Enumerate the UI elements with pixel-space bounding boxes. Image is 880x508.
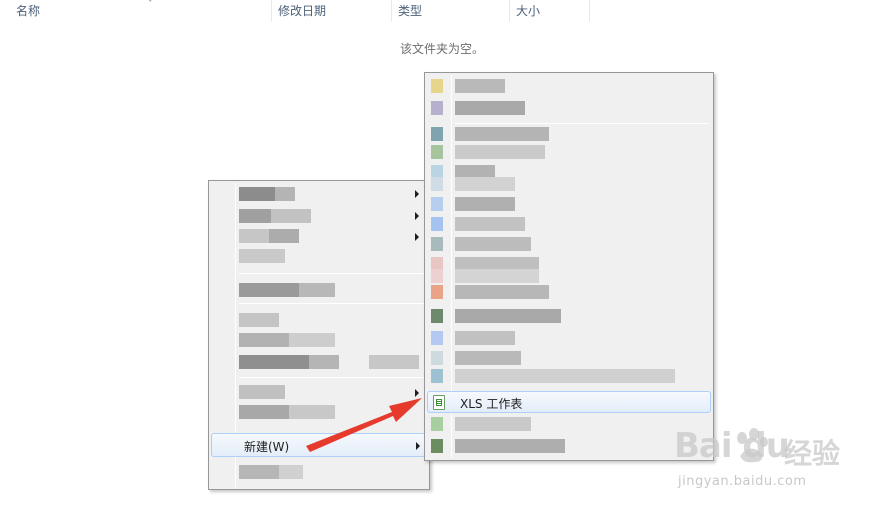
menu-item-obscured[interactable] [239, 313, 279, 327]
menu-item-obscured[interactable] [239, 187, 299, 201]
menu-separator [239, 377, 425, 378]
menu-item-obscured[interactable] [239, 333, 335, 347]
menu-item-obscured[interactable] [239, 385, 285, 399]
submenu-item-obscured[interactable] [431, 237, 541, 251]
submenu-item-obscured[interactable] [431, 269, 547, 283]
submenu-item-obscured[interactable] [431, 309, 561, 323]
submenu-item-obscured[interactable] [431, 417, 541, 431]
column-type[interactable]: 类型 [392, 0, 510, 22]
watermark-site-name: 经验 [784, 437, 841, 470]
column-name-label: 名称 [16, 4, 41, 18]
submenu-item-obscured[interactable] [431, 285, 549, 299]
watermark: Bai du 经验 jingyan.baidu.com [674, 424, 874, 508]
menu-item-obscured[interactable] [239, 249, 285, 263]
submenu-item-obscured[interactable] [431, 351, 531, 365]
column-header: ˇ 名称 修改日期 类型 大小 [0, 0, 880, 22]
column-name[interactable]: ˇ 名称 [10, 0, 272, 22]
chevron-right-icon [415, 233, 419, 241]
submenu-item-obscured[interactable] [431, 127, 561, 141]
column-type-label: 类型 [398, 4, 423, 18]
menu-separator [239, 303, 425, 304]
menu-separator [239, 273, 425, 274]
menu-item-new-label: 新建(W) [244, 440, 290, 454]
submenu-item-obscured[interactable] [431, 197, 531, 211]
submenu-item-obscured[interactable] [431, 439, 565, 453]
menu-item-new[interactable]: 新建(W) [211, 433, 427, 457]
submenu-item-obscured[interactable] [431, 369, 675, 383]
column-date-label: 修改日期 [278, 4, 327, 18]
submenu-item-obscured[interactable] [431, 331, 531, 345]
new-submenu: XLS 工作表 [424, 72, 714, 461]
sort-indicator-icon: ˇ [148, 0, 153, 10]
menu-item-obscured[interactable] [239, 355, 419, 369]
menu-item-obscured[interactable] [239, 465, 309, 479]
menu-item-obscured[interactable] [239, 209, 319, 223]
column-date-modified[interactable]: 修改日期 [272, 0, 392, 22]
context-menu: 新建(W) [208, 180, 430, 490]
submenu-item-obscured[interactable] [431, 217, 541, 231]
submenu-item-xls-label: XLS 工作表 [460, 397, 523, 411]
submenu-item-obscured[interactable] [431, 177, 521, 191]
chevron-right-icon [415, 212, 419, 220]
chevron-right-icon [415, 389, 419, 397]
menu-item-obscured[interactable] [239, 405, 335, 419]
empty-folder-message: 该文件夹为空。 [400, 42, 485, 56]
submenu-item-obscured[interactable] [431, 101, 531, 115]
menu-item-obscured[interactable] [239, 283, 359, 297]
submenu-item-obscured[interactable] [431, 145, 561, 159]
chevron-right-icon [415, 190, 419, 198]
column-size-label: 大小 [516, 4, 541, 18]
watermark-url: jingyan.baidu.com [678, 474, 807, 489]
column-size[interactable]: 大小 [510, 0, 590, 22]
paw-logo-icon [737, 428, 768, 463]
submenu-item-xls-worksheet[interactable]: XLS 工作表 [427, 391, 711, 413]
spreadsheet-file-icon [433, 395, 445, 410]
menu-item-obscured[interactable] [239, 229, 309, 243]
submenu-item-obscured[interactable] [431, 79, 531, 93]
chevron-right-icon [416, 442, 420, 450]
menu-separator [455, 123, 709, 124]
